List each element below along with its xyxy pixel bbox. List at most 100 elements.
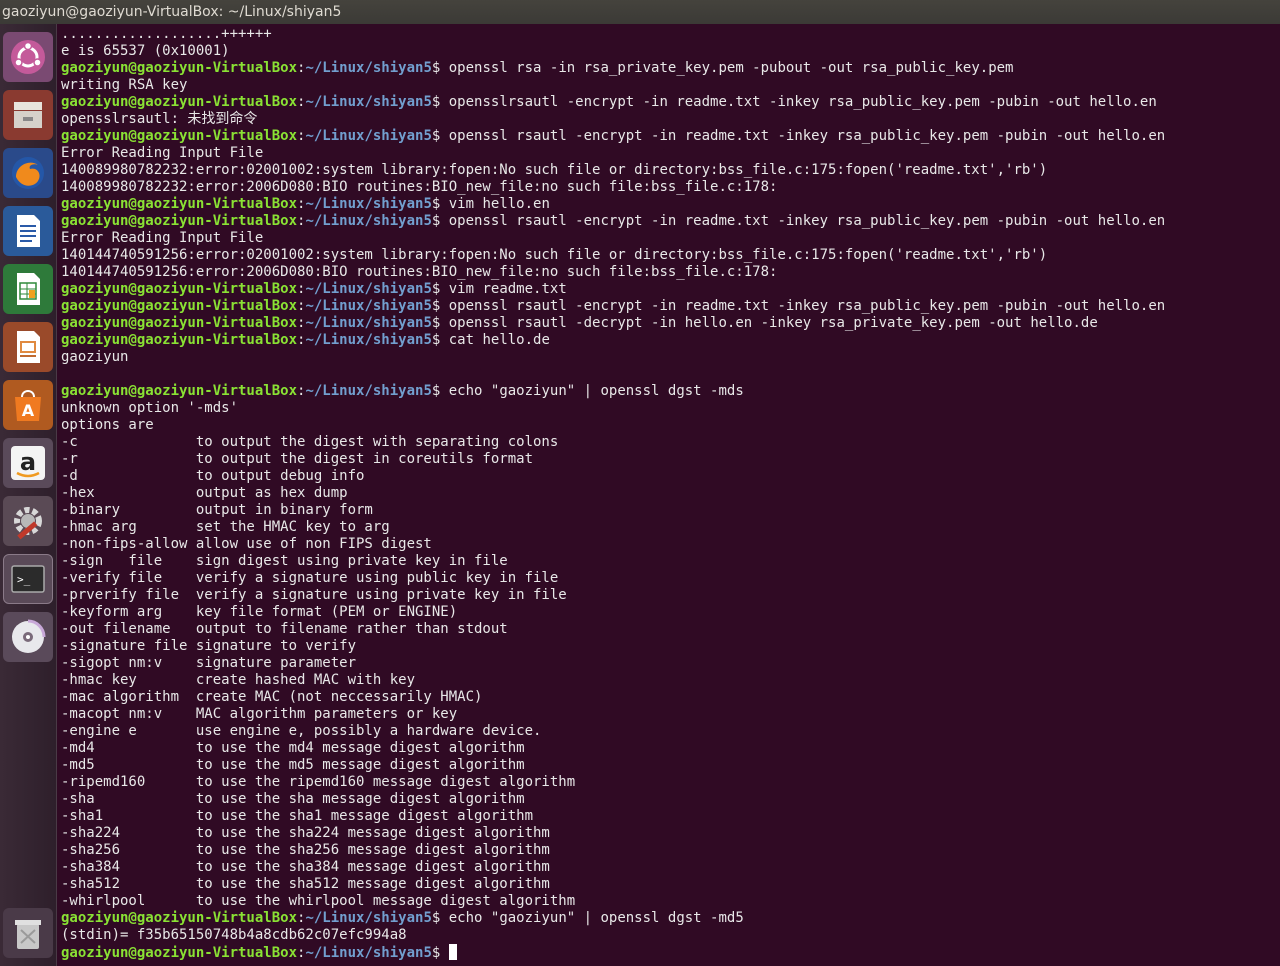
prompt-user: gaoziyun@gaoziyun-VirtualBox [61,196,298,212]
command-line: gaoziyun@gaoziyun-VirtualBox:~/Linux/shi… [61,944,457,961]
command-text: openssl rsautl -encrypt -in readme.txt -… [448,128,1166,144]
output-line: e is 65537 (0x10001) [61,43,230,59]
output-line: unknown option '-mds' [61,400,239,416]
amazon-icon[interactable]: a [3,438,53,488]
command-text: openssl rsautl -encrypt -in readme.txt -… [448,298,1166,314]
command-line: gaoziyun@gaoziyun-VirtualBox:~/Linux/shi… [61,60,1013,77]
prompt-user: gaoziyun@gaoziyun-VirtualBox [61,128,298,144]
output-line: -sigopt nm:v signature parameter [61,655,357,671]
output-line: -mac algorithm create MAC (not neccessar… [61,689,483,705]
output-line: gaoziyun [61,349,129,365]
command-line: gaoziyun@gaoziyun-VirtualBox:~/Linux/shi… [61,196,550,213]
command-line: gaoziyun@gaoziyun-VirtualBox:~/Linux/shi… [61,213,1165,230]
prompt-symbol: $ [431,94,449,110]
output-line: -sha384 to use the sha384 message digest… [61,859,550,875]
output-line: -sha1 to use the sha1 message digest alg… [61,808,534,824]
output-line: 140144740591256:error:02001002:system li… [61,247,1048,263]
output-line: ...................++++++ [61,26,272,42]
calc-icon[interactable] [3,264,53,314]
output-line: -md4 to use the md4 message digest algor… [61,740,525,756]
firefox-icon[interactable] [3,148,53,198]
prompt-path: ~/Linux/shiyan5 [305,315,432,331]
terminal-output[interactable]: ...................++++++ e is 65537 (0x1… [58,24,1280,966]
output-line: -out filename output to filename rather … [61,621,508,637]
output-line: -sha224 to use the sha224 message digest… [61,825,550,841]
prompt-path: ~/Linux/shiyan5 [305,945,432,961]
command-line: gaoziyun@gaoziyun-VirtualBox:~/Linux/shi… [61,383,744,400]
prompt-path: ~/Linux/shiyan5 [305,128,432,144]
svg-text:>_: >_ [17,573,31,586]
prompt-user: gaoziyun@gaoziyun-VirtualBox [61,94,298,110]
output-line: -c to output the digest with separating … [61,434,559,450]
prompt-symbol: $ [431,945,449,961]
prompt-path: ~/Linux/shiyan5 [305,298,432,314]
output-line: 140089980782232:error:02001002:system li… [61,162,1048,178]
output-line: -sha to use the sha message digest algor… [61,791,525,807]
prompt-user: gaoziyun@gaoziyun-VirtualBox [61,281,298,297]
prompt-symbol: $ [431,383,449,399]
unity-launcher: A a >_ [0,24,57,966]
output-line: -hmac arg set the HMAC key to arg [61,519,390,535]
output-line: -sha512 to use the sha512 message digest… [61,876,550,892]
prompt-path: ~/Linux/shiyan5 [305,94,432,110]
prompt-user: gaoziyun@gaoziyun-VirtualBox [61,315,298,331]
window-title: gaoziyun@gaoziyun-VirtualBox: ~/Linux/sh… [2,4,342,20]
output-line: -r to output the digest in coreutils for… [61,451,534,467]
output-line: -whirlpool to use the whirlpool message … [61,893,576,909]
command-line: gaoziyun@gaoziyun-VirtualBox:~/Linux/shi… [61,128,1165,145]
svg-text:a: a [20,448,36,476]
output-line: -keyform arg key file format (PEM or ENG… [61,604,458,620]
dvd-icon[interactable] [3,612,53,662]
command-text: openssl rsautl -decrypt -in hello.en -in… [448,315,1098,331]
command-text: echo "gaoziyun" | openssl dgst -md5 [448,910,744,926]
prompt-user: gaoziyun@gaoziyun-VirtualBox [61,332,298,348]
text-cursor[interactable] [448,944,457,960]
trash-icon[interactable] [3,908,53,958]
output-line: -ripemd160 to use the ripemd160 message … [61,774,576,790]
window-titlebar[interactable]: gaoziyun@gaoziyun-VirtualBox: ~/Linux/sh… [0,0,1280,24]
command-text: vim hello.en [448,196,550,212]
writer-icon[interactable] [3,206,53,256]
output-line: -engine e use engine e, possibly a hardw… [61,723,542,739]
output-line: -d to output debug info [61,468,365,484]
prompt-user: gaoziyun@gaoziyun-VirtualBox [61,910,298,926]
command-line: gaoziyun@gaoziyun-VirtualBox:~/Linux/shi… [61,332,550,349]
command-line: gaoziyun@gaoziyun-VirtualBox:~/Linux/shi… [61,94,1157,111]
output-line: Error Reading Input File [61,145,264,161]
prompt-user: gaoziyun@gaoziyun-VirtualBox [61,383,298,399]
software-center-icon[interactable]: A [3,380,53,430]
output-line: -signature file signature to verify [61,638,357,654]
command-line: gaoziyun@gaoziyun-VirtualBox:~/Linux/shi… [61,298,1165,315]
command-text: opensslrsautl -encrypt -in readme.txt -i… [448,94,1157,110]
terminal-icon[interactable]: >_ [3,554,53,604]
ubuntu-dash-icon[interactable] [3,32,53,82]
command-text: openssl rsa -in rsa_private_key.pem -pub… [448,60,1014,76]
output-line: -md5 to use the md5 message digest algor… [61,757,525,773]
prompt-user: gaoziyun@gaoziyun-VirtualBox [61,60,298,76]
prompt-path: ~/Linux/shiyan5 [305,60,432,76]
output-line: -non-fips-allow allow use of non FIPS di… [61,536,432,552]
prompt-symbol: $ [431,281,449,297]
output-line: -verify file verify a signature using pu… [61,570,559,586]
output-line: -sign file sign digest using private key… [61,553,508,569]
prompt-path: ~/Linux/shiyan5 [305,196,432,212]
files-icon[interactable] [3,90,53,140]
output-line: options are [61,417,154,433]
prompt-symbol: $ [431,315,449,331]
prompt-user: gaoziyun@gaoziyun-VirtualBox [61,298,298,314]
impress-icon[interactable] [3,322,53,372]
command-line: gaoziyun@gaoziyun-VirtualBox:~/Linux/shi… [61,910,744,927]
settings-icon[interactable] [3,496,53,546]
output-line: -sha256 to use the sha256 message digest… [61,842,550,858]
prompt-symbol: $ [431,196,449,212]
prompt-symbol: $ [431,60,449,76]
prompt-symbol: $ [431,213,449,229]
prompt-path: ~/Linux/shiyan5 [305,383,432,399]
output-line: (stdin)= f35b65150748b4a8cdb62c07efc994a… [61,927,407,943]
output-line: writing RSA key [61,77,188,93]
output-line: opensslrsautl: 未找到命令 [61,111,258,127]
prompt-user: gaoziyun@gaoziyun-VirtualBox [61,945,298,961]
command-line: gaoziyun@gaoziyun-VirtualBox:~/Linux/shi… [61,281,567,298]
command-text: vim readme.txt [448,281,567,297]
command-line: gaoziyun@gaoziyun-VirtualBox:~/Linux/shi… [61,315,1098,332]
